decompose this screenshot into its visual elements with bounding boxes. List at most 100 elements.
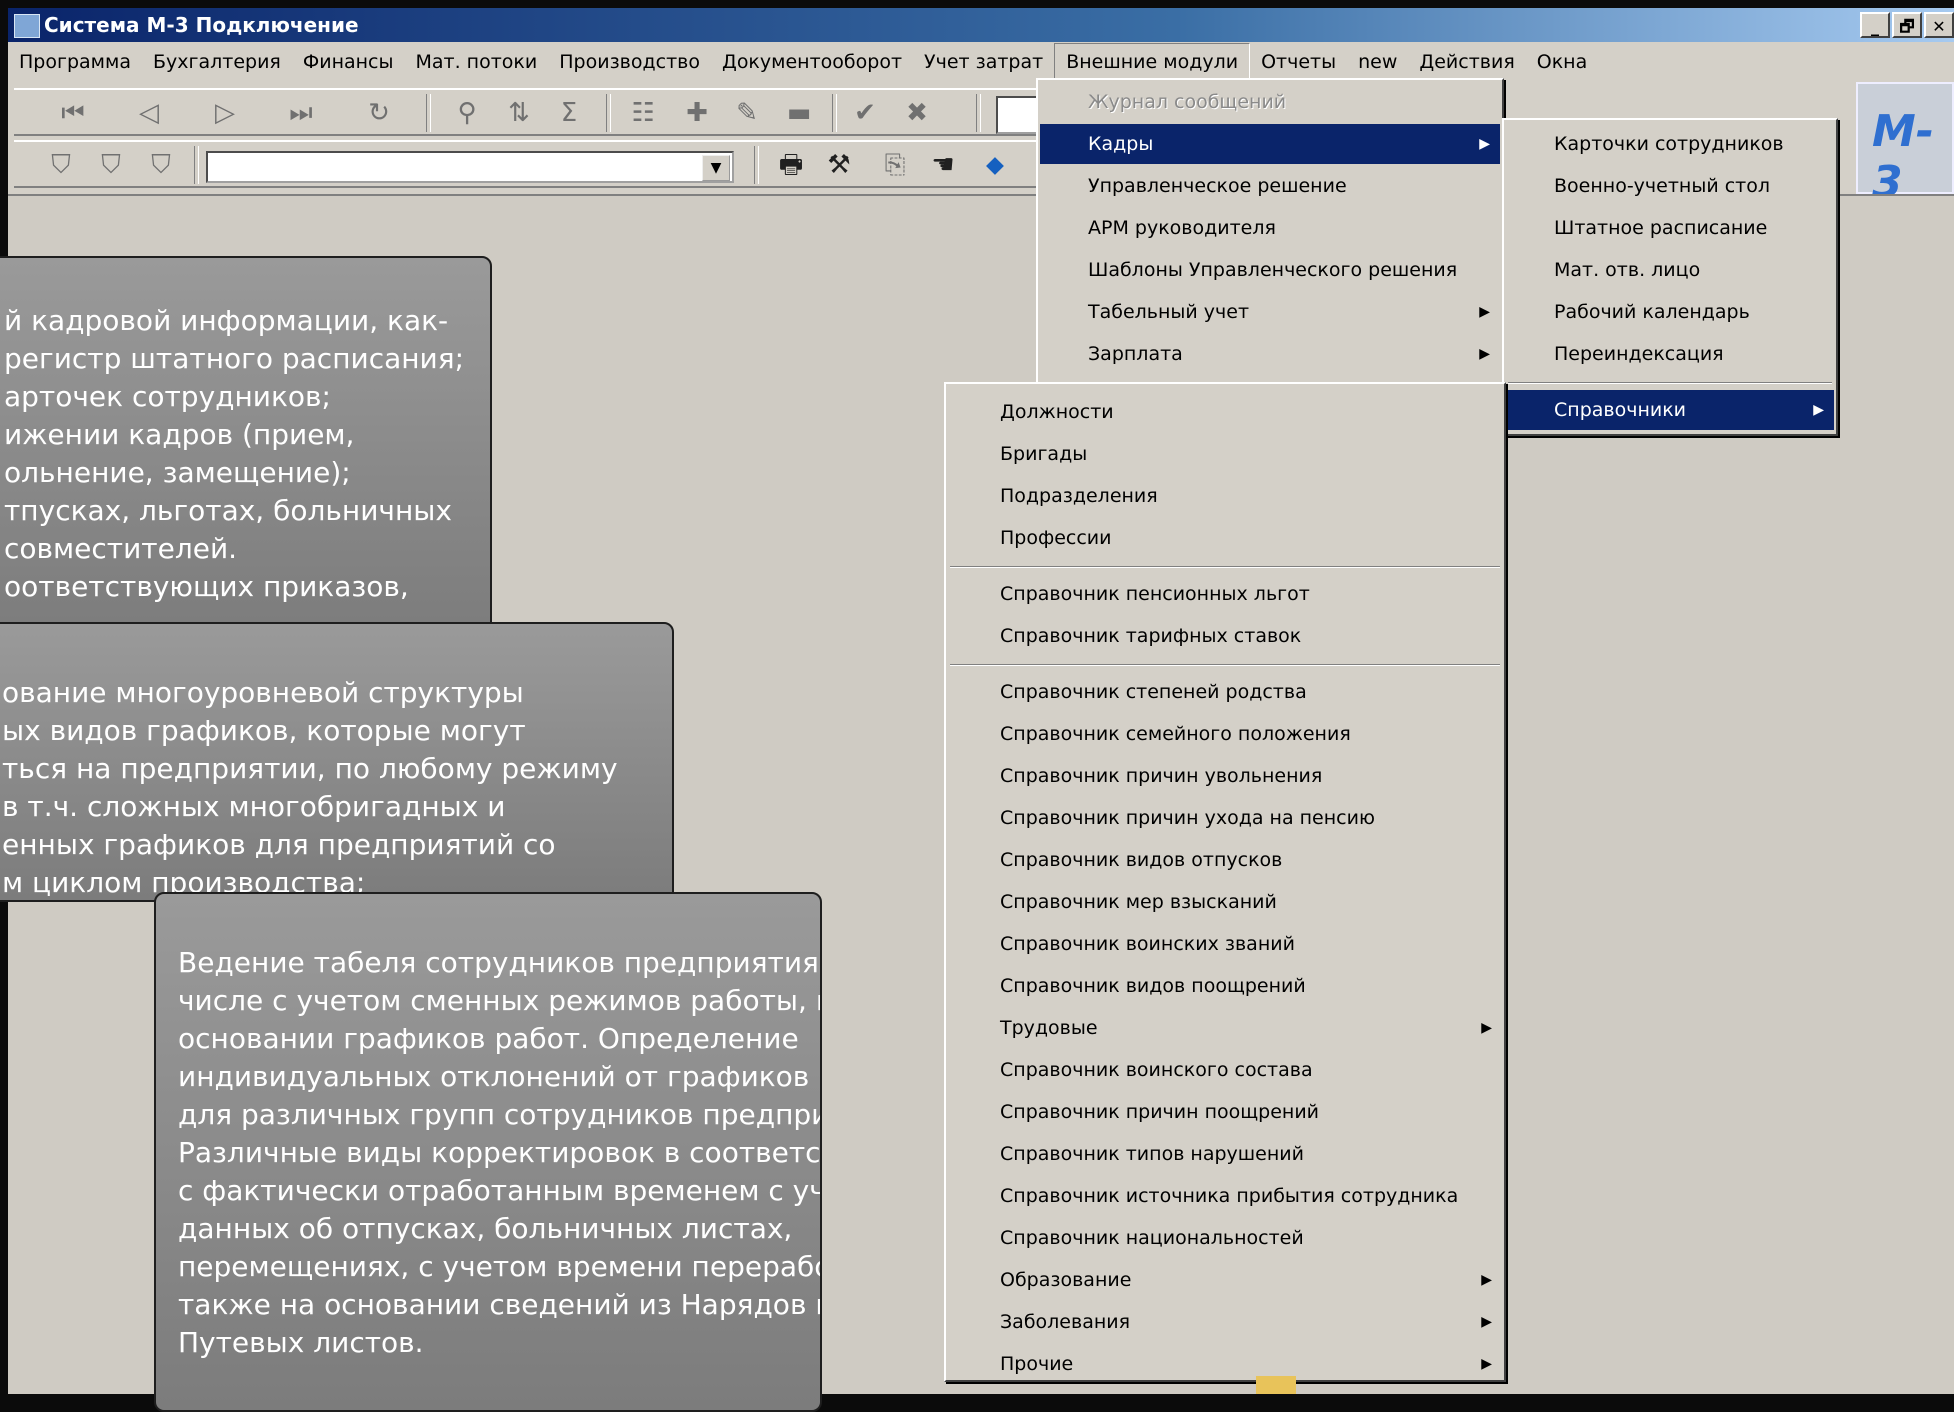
submenu-arrow-icon: ▶ — [1479, 346, 1490, 362]
personnel-submenu: Карточки сотрудников Военно-учетный стол… — [1502, 118, 1838, 436]
menu-windows[interactable]: Окна — [1526, 44, 1599, 80]
navigation-toolbar: ⏮ ◁ ▷ ⏭ ↻ ⚲ ⇅ Σ ☷ ✚ ✎ ▬ ✔ ✖ — [14, 88, 1044, 136]
submenu-arrow-icon: ▶ — [1481, 1020, 1492, 1036]
print-icon[interactable]: 🖶 — [776, 150, 806, 180]
logo-text: M-3 — [1872, 106, 1935, 208]
check-icon[interactable]: ✔ — [850, 98, 880, 128]
submenu-arrow-icon: ▶ — [1479, 304, 1490, 320]
menu-item-decision-templates[interactable]: Шаблоны Управленческого решения — [1040, 250, 1500, 290]
callout-line: числе с учетом сменных режимов работы, н… — [178, 984, 822, 1017]
menu-item-military-staff[interactable]: Справочник воинского состава — [948, 1050, 1502, 1090]
menu-item-professions[interactable]: Профессии — [948, 518, 1502, 558]
prev-record-icon[interactable]: ◁ — [134, 98, 164, 128]
menu-item-positions[interactable]: Должности — [948, 392, 1502, 432]
submenu-arrow-icon: ▶ — [1481, 1356, 1492, 1372]
menu-item-diseases[interactable]: Заболевания ▶ — [948, 1302, 1502, 1342]
filter-edit-icon[interactable]: ⛉ — [96, 150, 126, 180]
menu-reports[interactable]: Отчеты — [1250, 44, 1347, 80]
menu-item-marital-status[interactable]: Справочник семейного положения — [948, 714, 1502, 754]
last-record-icon[interactable]: ⏭ — [286, 98, 316, 128]
tools-icon[interactable]: ⚒ — [824, 150, 854, 180]
menu-item-vacation-types[interactable]: Справочник видов отпусков — [948, 840, 1502, 880]
cancel-icon[interactable]: ✖ — [902, 98, 932, 128]
callout-line: в т.ч. сложных многобригадных и — [2, 790, 506, 823]
menu-item-label: Образование — [1000, 1269, 1132, 1291]
menu-material-flows[interactable]: Мат. потоки — [405, 44, 549, 80]
menu-new[interactable]: new — [1347, 44, 1408, 80]
add-icon[interactable]: ✚ — [682, 98, 712, 128]
menu-finance[interactable]: Финансы — [292, 44, 405, 80]
sort-icon[interactable]: ⇅ — [504, 98, 534, 128]
filter-clear-icon[interactable]: ⛉ — [146, 150, 176, 180]
external-modules-menu: Журнал сообщений Кадры ▶ Управленческое р… — [1036, 78, 1504, 384]
next-record-icon[interactable]: ▷ — [210, 98, 240, 128]
menu-item-kinship[interactable]: Справочник степеней родства — [948, 672, 1502, 712]
submenu-arrow-icon: ▶ — [1481, 1314, 1492, 1330]
menu-item-work-calendar[interactable]: Рабочий календарь — [1506, 292, 1834, 332]
filter-combobox[interactable]: ▼ — [206, 151, 734, 183]
menu-item-management-decision[interactable]: Управленческое решение — [1040, 166, 1500, 206]
menu-program[interactable]: Программа — [8, 44, 142, 80]
menu-item-label: Трудовые — [1000, 1017, 1098, 1039]
menu-item-reward-types[interactable]: Справочник видов поощрений — [948, 966, 1502, 1006]
menu-item-departments[interactable]: Подразделения — [948, 476, 1502, 516]
menu-item-penalties[interactable]: Справочник мер взысканий — [948, 882, 1502, 922]
info-icon[interactable]: ⬥ — [980, 150, 1010, 180]
refresh-icon[interactable]: ↻ — [364, 98, 394, 128]
info-callout-personnel: й кадровой информации, как- регистр штат… — [0, 256, 492, 636]
menu-item-salary[interactable]: Зарплата ▶ — [1040, 334, 1500, 374]
menu-item-brigades[interactable]: Бригады — [948, 434, 1502, 474]
menu-item-arrival-source[interactable]: Справочник источника прибытия сотрудника — [948, 1176, 1502, 1216]
filter-add-icon[interactable]: ⛉ — [46, 150, 76, 180]
menu-item-message-log[interactable]: Журнал сообщений — [1040, 82, 1500, 122]
menu-item-reindexing[interactable]: Переиндексация — [1506, 334, 1834, 374]
menu-item-staff-schedule[interactable]: Штатное расписание — [1506, 208, 1834, 248]
menu-accounting[interactable]: Бухгалтерия — [142, 44, 292, 80]
sum-icon[interactable]: Σ — [554, 98, 584, 128]
edit-icon[interactable]: ✎ — [732, 98, 762, 128]
pointer-icon[interactable]: ☚ — [928, 150, 958, 180]
menu-item-military-desk[interactable]: Военно-учетный стол — [1506, 166, 1834, 206]
menu-item-pension-benefits[interactable]: Справочник пенсионных льгот — [948, 574, 1502, 614]
export-icon[interactable]: ⎘ — [880, 150, 910, 180]
menu-item-military-ranks[interactable]: Справочник воинских званий — [948, 924, 1502, 964]
menu-item-education[interactable]: Образование ▶ — [948, 1260, 1502, 1300]
callout-line: данных об отпусках, больничных листах, — [178, 1212, 793, 1245]
menu-cost-accounting[interactable]: Учет затрат — [913, 44, 1054, 80]
close-button[interactable]: ✕ — [1924, 12, 1954, 38]
menu-item-retirement-reasons[interactable]: Справочник причин ухода на пенсию — [948, 798, 1502, 838]
filter-icon[interactable]: ⚲ — [452, 98, 482, 128]
menu-item-timesheet[interactable]: Табельный учет ▶ — [1040, 292, 1500, 332]
menu-item-label: Зарплата — [1088, 343, 1183, 365]
minimize-button[interactable]: _ — [1860, 12, 1890, 38]
callout-line: также на основании сведений из Нарядов и — [178, 1288, 822, 1321]
app-icon — [14, 14, 40, 38]
menu-item-responsible-person[interactable]: Мат. отв. лицо — [1506, 250, 1834, 290]
menu-item-personnel[interactable]: Кадры ▶ — [1040, 124, 1500, 164]
menu-bar: Программа Бухгалтерия Финансы Мат. поток… — [8, 42, 1954, 82]
menu-production[interactable]: Производство — [548, 44, 711, 80]
callout-line: оответствующих приказов, — [4, 570, 409, 603]
callout-line: совместителей. — [4, 532, 238, 565]
menu-external-modules[interactable]: Внешние модули — [1054, 43, 1251, 81]
delete-icon[interactable]: ▬ — [784, 98, 814, 128]
menu-item-tariff-rates[interactable]: Справочник тарифных ставок — [948, 616, 1502, 656]
menu-item-violation-types[interactable]: Справочник типов нарушений — [948, 1134, 1502, 1174]
menu-item-dismissal-reasons[interactable]: Справочник причин увольнения — [948, 756, 1502, 796]
chevron-down-icon[interactable]: ▼ — [702, 155, 730, 181]
menu-item-references[interactable]: Справочники ▶ — [1506, 390, 1834, 430]
menu-item-employee-cards[interactable]: Карточки сотрудников — [1506, 124, 1834, 164]
menu-actions[interactable]: Действия — [1408, 44, 1525, 80]
restore-button[interactable]: 🗗 — [1892, 12, 1922, 38]
menu-item-label: Кадры — [1088, 133, 1154, 155]
menu-item-other[interactable]: Прочие ▶ — [948, 1344, 1502, 1384]
menu-item-reward-reasons[interactable]: Справочник причин поощрений — [948, 1092, 1502, 1132]
menu-documents[interactable]: Документооборот — [711, 44, 913, 80]
callout-line: с фактически отработанным временем с уче… — [178, 1174, 820, 1207]
info-callout-timesheet: Ведение табеля сотрудников предприятия, … — [154, 892, 822, 1412]
first-record-icon[interactable]: ⏮ — [58, 98, 88, 128]
tree-icon[interactable]: ☷ — [628, 98, 658, 128]
menu-item-labor[interactable]: Трудовые ▶ — [948, 1008, 1502, 1048]
menu-item-nationalities[interactable]: Справочник национальностей — [948, 1218, 1502, 1258]
menu-item-manager-workstation[interactable]: АРМ руководителя — [1040, 208, 1500, 248]
